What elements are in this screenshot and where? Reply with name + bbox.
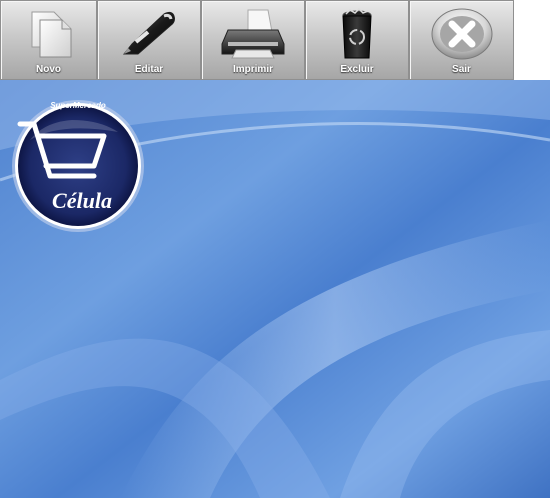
new-button-label: Novo	[36, 64, 61, 75]
delete-button[interactable]: Excluir	[305, 0, 409, 80]
wave-background: SuperMercado Célula	[0, 80, 550, 498]
new-document-icon	[31, 11, 71, 58]
print-button[interactable]: Imprimir	[201, 0, 305, 80]
new-button[interactable]: Novo	[0, 0, 97, 80]
toolbar: Novo Editar Imprimir Excluir Sair	[0, 0, 514, 80]
delete-button-label: Excluir	[340, 64, 374, 75]
edit-button-label: Editar	[134, 64, 164, 75]
pen-icon	[122, 11, 175, 55]
printer-icon	[221, 9, 285, 59]
logo-line1: SuperMercado	[50, 101, 106, 110]
recycle-bin-icon	[342, 7, 372, 59]
supermarket-logo: SuperMercado Célula	[12, 100, 144, 232]
exit-button-label: Sair	[452, 64, 471, 75]
exit-button[interactable]: Sair	[409, 0, 514, 80]
print-button-label: Imprimir	[232, 64, 273, 75]
close-icon	[431, 8, 492, 60]
edit-button[interactable]: Editar	[97, 0, 201, 80]
desktop-background: SuperMercado Célula	[0, 80, 550, 498]
logo-line2: Célula	[52, 188, 112, 213]
